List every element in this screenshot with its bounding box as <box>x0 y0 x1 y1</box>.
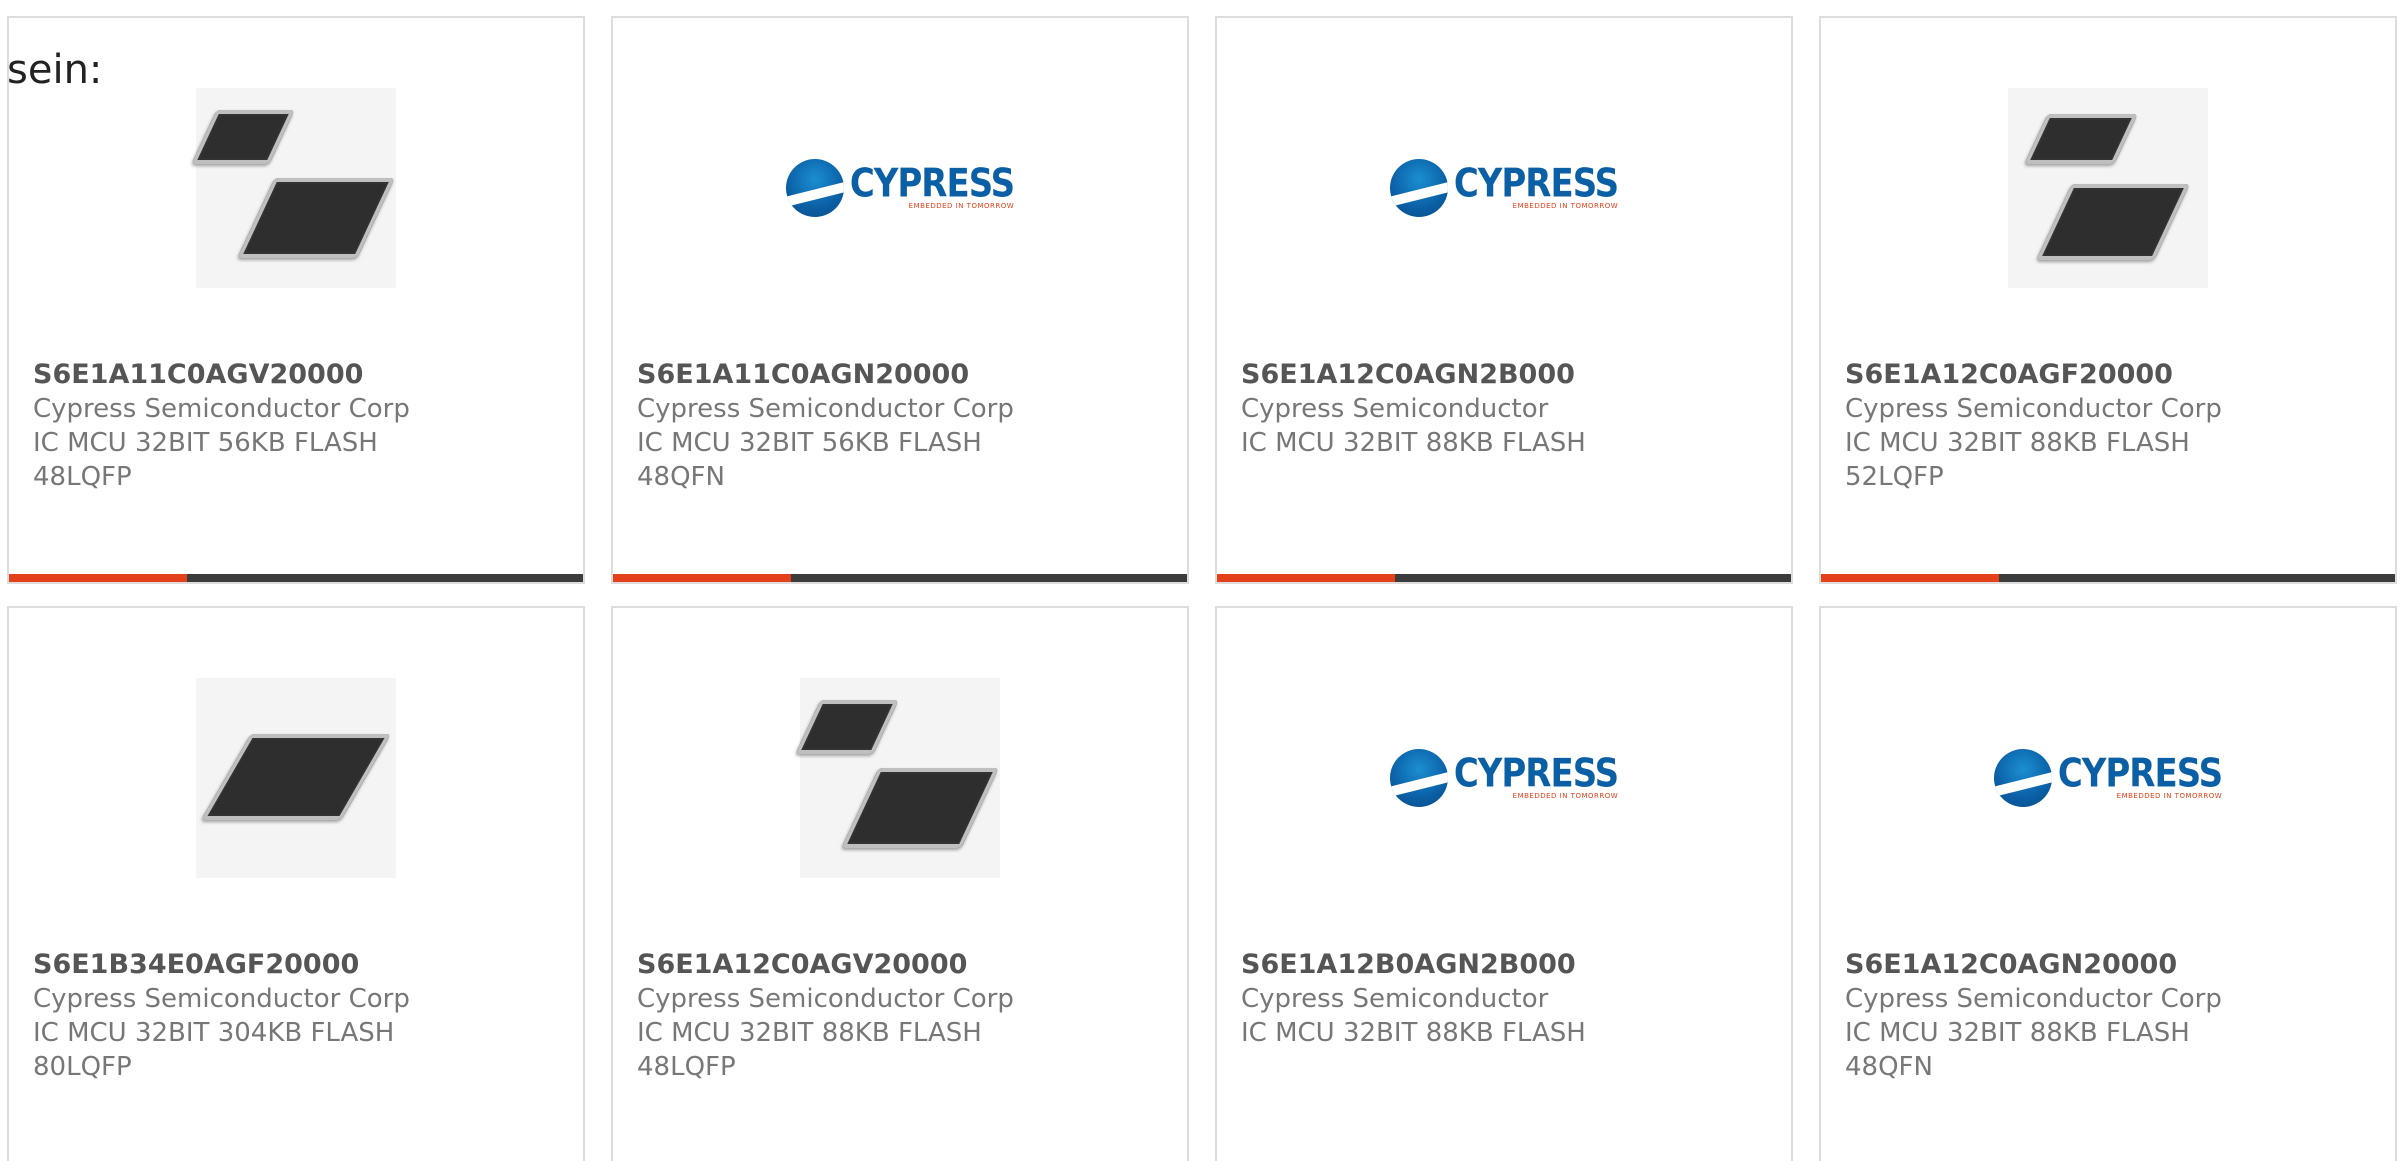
product-card[interactable]: CYPRESS EMBEDDED IN TOMORROW S6E1A12C0AGN2… <box>1819 606 2397 1161</box>
part-number-link[interactable]: S6E1A11C0AGN20000 <box>637 358 1163 392</box>
product-description: IC MCU 32BIT 88KB FLASH <box>1845 1018 2190 1048</box>
chip-shape <box>191 110 295 164</box>
product-card[interactable]: S6E1B34E0AGF20000 Cypress Semiconductor C… <box>7 606 585 1161</box>
card-progress-fill <box>1821 574 1999 582</box>
cypress-logo: CYPRESS EMBEDDED IN TOMORROW <box>1389 159 1619 217</box>
part-number-link[interactable]: S6E1B34E0AGF20000 <box>33 948 559 982</box>
logo-name: CYPRESS <box>2057 750 2223 797</box>
card-progress-fill <box>613 574 791 582</box>
lead-text: sein: <box>7 47 103 93</box>
manufacturer-name: Cypress Semiconductor Corp <box>1845 394 2222 424</box>
product-description: 48LQFP <box>33 462 132 492</box>
chip-pair-vertical-icon <box>2008 88 2208 288</box>
chip-pair-icon <box>795 678 1000 878</box>
product-info: S6E1A11C0AGV20000 Cypress Semiconductor C… <box>33 358 559 494</box>
product-image[interactable] <box>1821 88 2395 288</box>
manufacturer-name: Cypress Semiconductor Corp <box>1845 984 2222 1014</box>
product-description: IC MCU 32BIT 88KB FLASH <box>1241 1018 1586 1048</box>
product-description: 80LQFP <box>33 1052 132 1082</box>
product-image[interactable]: CYPRESS EMBEDDED IN TOMORROW <box>613 88 1187 288</box>
product-image[interactable] <box>9 88 583 288</box>
product-description: 52LQFP <box>1845 462 1944 492</box>
chip-single-icon <box>196 678 396 878</box>
cypress-logo-mark-icon <box>785 159 844 217</box>
part-number-link[interactable]: S6E1A12C0AGV20000 <box>637 948 1163 982</box>
manufacturer-name: Cypress Semiconductor <box>1241 984 1549 1014</box>
chip-shape <box>2036 184 2190 260</box>
product-info: S6E1A11C0AGN20000 Cypress Semiconductor C… <box>637 358 1163 494</box>
product-description: 48QFN <box>1845 1052 1933 1082</box>
card-progress-fill <box>1217 574 1395 582</box>
cypress-logo-mark-icon <box>1389 159 1448 217</box>
product-image[interactable] <box>613 678 1187 878</box>
chip-pair-icon <box>191 88 396 288</box>
page: sein: S6E1A11C0AGV20000 Cypress Semicondu… <box>0 0 2400 1161</box>
product-info: S6E1A12C0AGV20000 Cypress Semiconductor C… <box>637 948 1163 1084</box>
product-description: IC MCU 32BIT 88KB FLASH <box>637 1018 982 1048</box>
part-number-link[interactable]: S6E1A11C0AGV20000 <box>33 358 559 392</box>
product-description: IC MCU 32BIT 88KB FLASH <box>1241 428 1586 458</box>
product-card[interactable]: CYPRESS EMBEDDED IN TOMORROW S6E1A11C0AGN2… <box>611 16 1189 584</box>
product-info: S6E1A12B0AGN2B000 Cypress Semiconductor IC… <box>1241 948 1767 1050</box>
part-number-link[interactable]: S6E1A12C0AGN20000 <box>1845 948 2371 982</box>
card-progress-bar <box>613 574 1187 582</box>
product-image[interactable] <box>9 678 583 878</box>
product-description: IC MCU 32BIT 304KB FLASH <box>33 1018 395 1048</box>
manufacturer-name: Cypress Semiconductor Corp <box>637 984 1014 1014</box>
logo-name: CYPRESS <box>1453 160 1619 207</box>
cypress-logo-mark-icon <box>1389 749 1448 807</box>
manufacturer-name: Cypress Semiconductor Corp <box>637 394 1014 424</box>
chip-shape <box>237 178 395 258</box>
card-progress-bar <box>9 574 583 582</box>
chip-shape <box>2024 114 2138 164</box>
product-card[interactable]: S6E1A11C0AGV20000 Cypress Semiconductor C… <box>7 16 585 584</box>
product-card[interactable]: CYPRESS EMBEDDED IN TOMORROW S6E1A12B0AGN2… <box>1215 606 1793 1161</box>
product-info: S6E1A12C0AGF20000 Cypress Semiconductor C… <box>1845 358 2371 494</box>
part-number-link[interactable]: S6E1A12B0AGN2B000 <box>1241 948 1767 982</box>
chip-shape <box>795 700 899 754</box>
product-info: S6E1A12C0AGN20000 Cypress Semiconductor C… <box>1845 948 2371 1084</box>
product-image[interactable]: CYPRESS EMBEDDED IN TOMORROW <box>1821 678 2395 878</box>
product-image[interactable]: CYPRESS EMBEDDED IN TOMORROW <box>1217 88 1791 288</box>
product-image[interactable]: CYPRESS EMBEDDED IN TOMORROW <box>1217 678 1791 878</box>
cypress-logo: CYPRESS EMBEDDED IN TOMORROW <box>1993 749 2223 807</box>
product-description: 48QFN <box>637 462 725 492</box>
card-progress-bar <box>1821 574 2395 582</box>
product-info: S6E1A12C0AGN2B000 Cypress Semiconductor IC… <box>1241 358 1767 460</box>
product-card[interactable]: S6E1A12C0AGF20000 Cypress Semiconductor C… <box>1819 16 2397 584</box>
chip-shape <box>201 734 391 820</box>
cypress-logo: CYPRESS EMBEDDED IN TOMORROW <box>785 159 1015 217</box>
product-card[interactable]: CYPRESS EMBEDDED IN TOMORROW S6E1A12C0AGN2… <box>1215 16 1793 584</box>
product-info: S6E1B34E0AGF20000 Cypress Semiconductor C… <box>33 948 559 1084</box>
part-number-link[interactable]: S6E1A12C0AGN2B000 <box>1241 358 1767 392</box>
product-description: IC MCU 32BIT 56KB FLASH <box>33 428 378 458</box>
logo-name: CYPRESS <box>1453 750 1619 797</box>
product-description: IC MCU 32BIT 56KB FLASH <box>637 428 982 458</box>
manufacturer-name: Cypress Semiconductor Corp <box>33 394 410 424</box>
manufacturer-name: Cypress Semiconductor Corp <box>33 984 410 1014</box>
cypress-logo-mark-icon <box>1993 749 2052 807</box>
logo-name: CYPRESS <box>849 160 1015 207</box>
manufacturer-name: Cypress Semiconductor <box>1241 394 1549 424</box>
product-card[interactable]: S6E1A12C0AGV20000 Cypress Semiconductor C… <box>611 606 1189 1161</box>
card-progress-fill <box>9 574 187 582</box>
part-number-link[interactable]: S6E1A12C0AGF20000 <box>1845 358 2371 392</box>
product-description: 48LQFP <box>637 1052 736 1082</box>
card-progress-bar <box>1217 574 1791 582</box>
chip-shape <box>841 768 999 848</box>
cypress-logo: CYPRESS EMBEDDED IN TOMORROW <box>1389 749 1619 807</box>
product-description: IC MCU 32BIT 88KB FLASH <box>1845 428 2190 458</box>
